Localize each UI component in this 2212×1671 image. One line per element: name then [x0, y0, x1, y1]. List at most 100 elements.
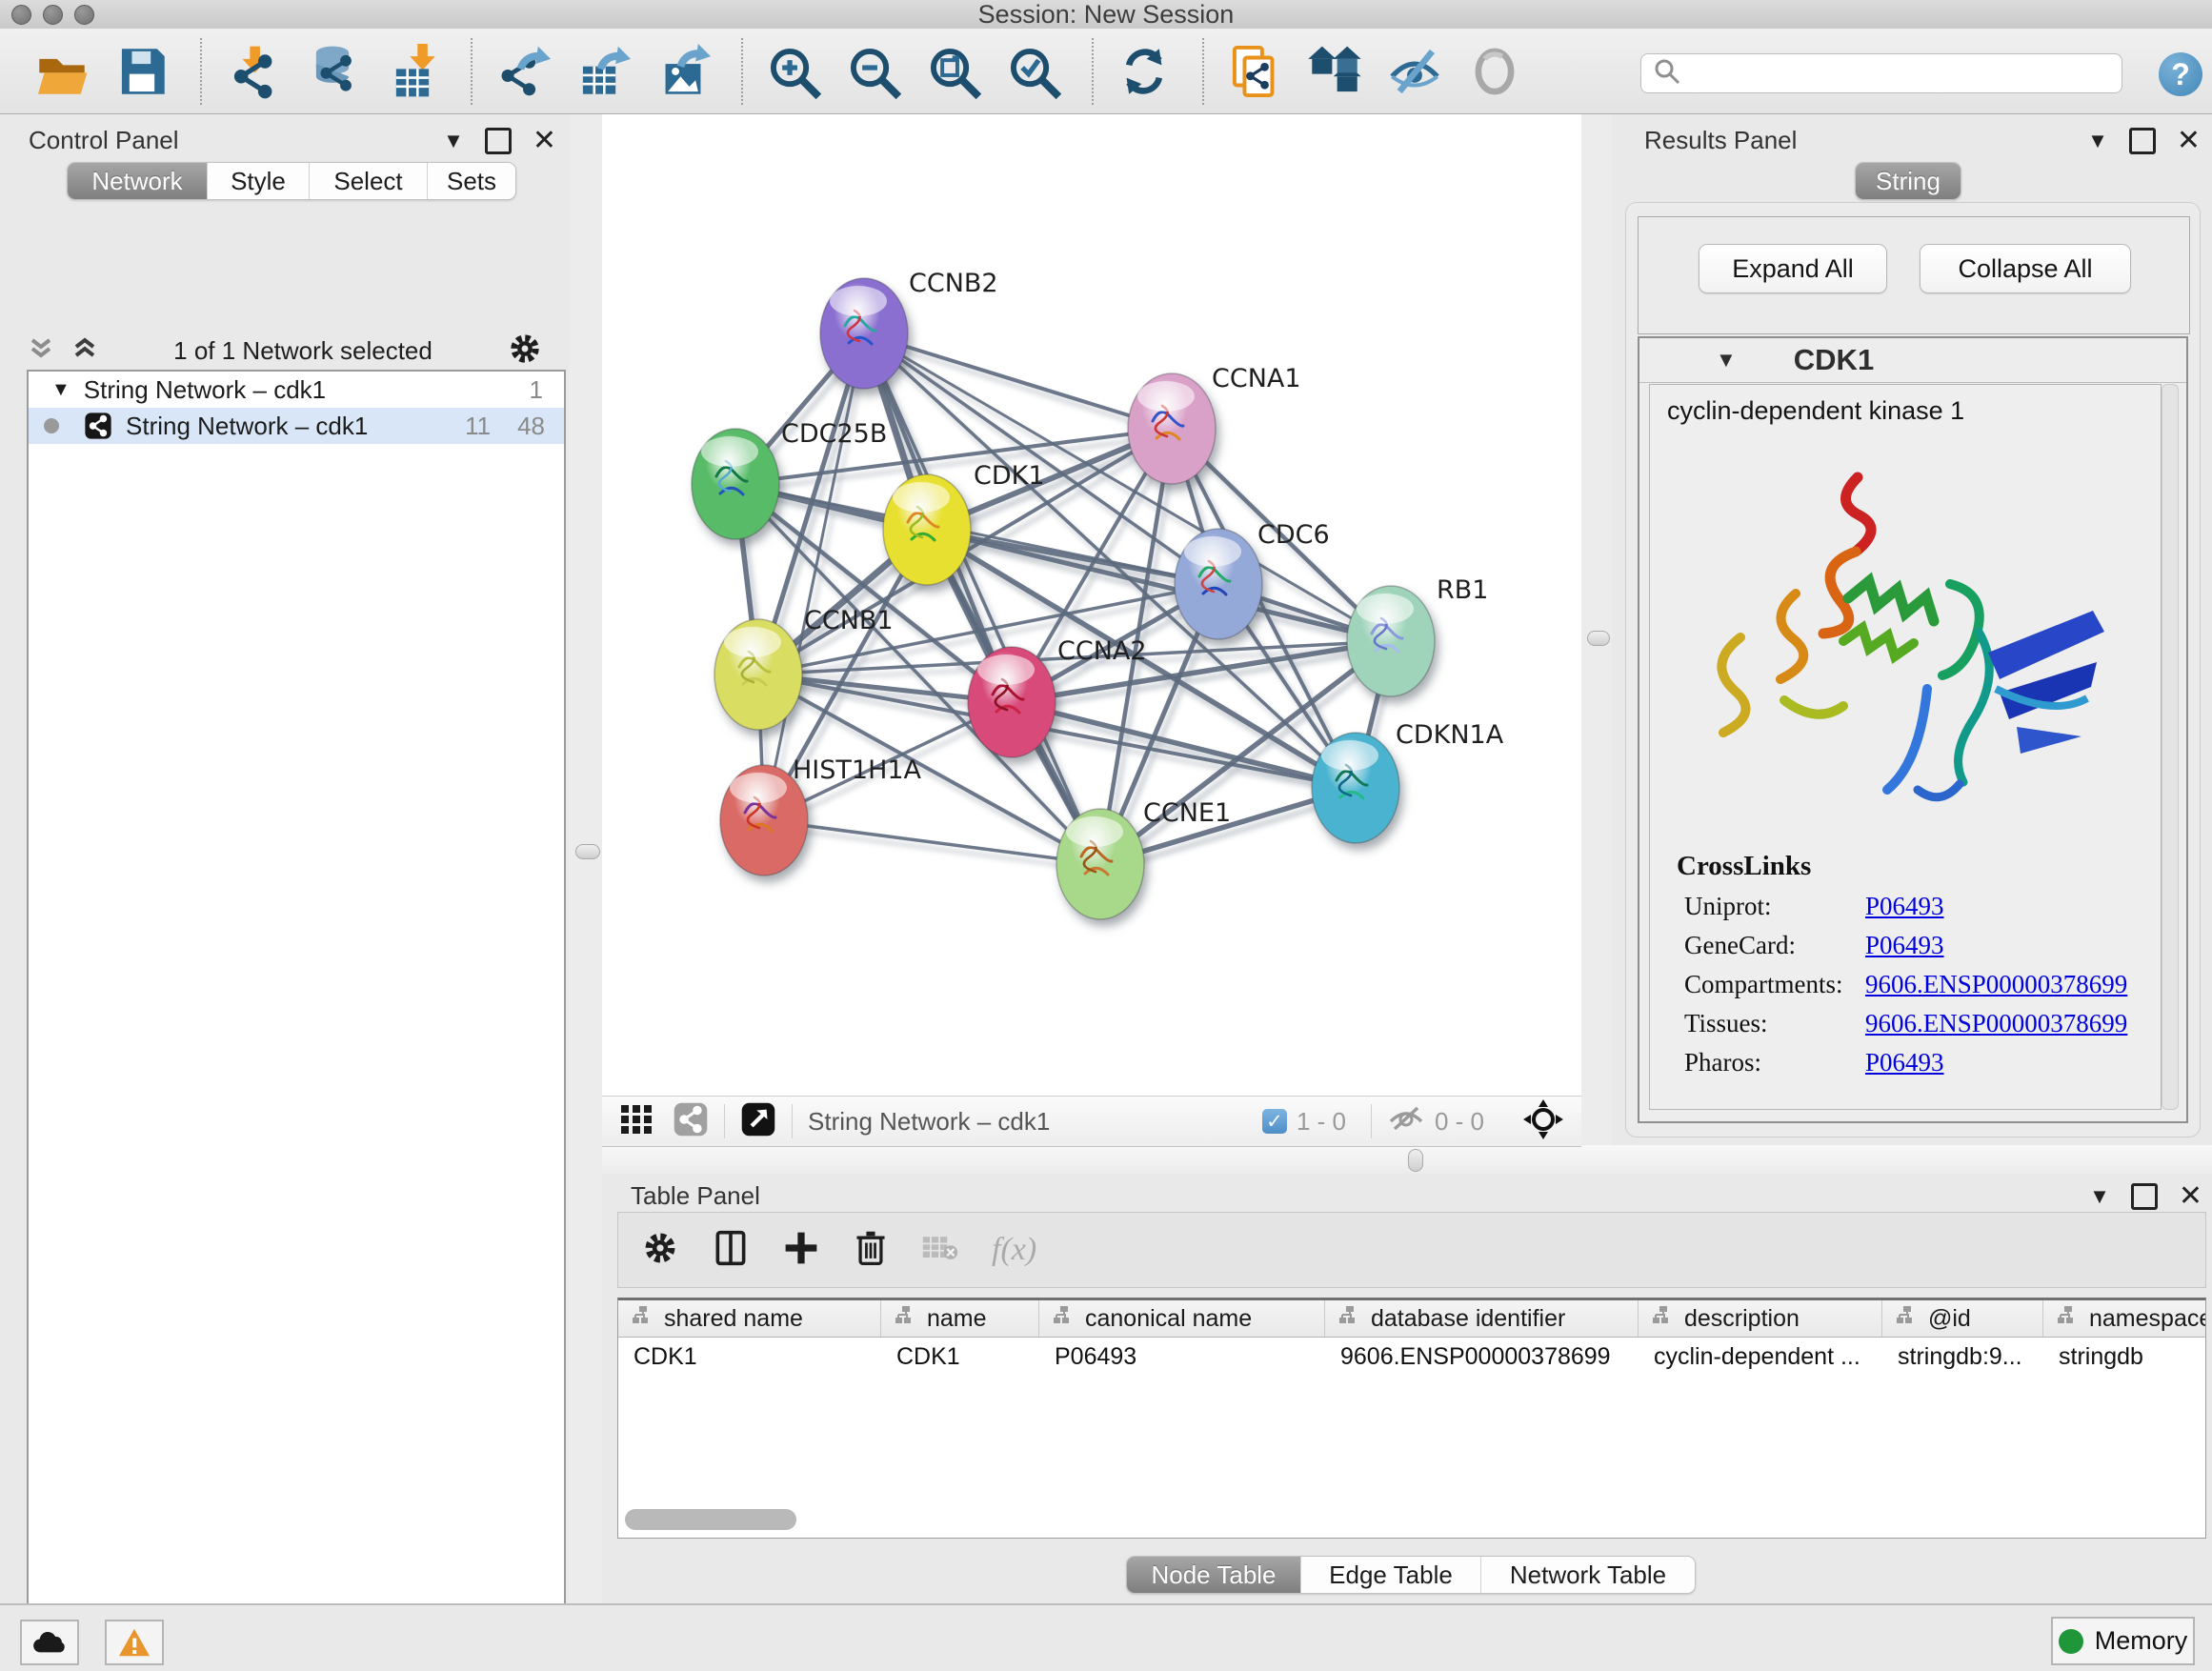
network-options-gear-icon[interactable]	[507, 331, 543, 372]
table-cell[interactable]: stringdb	[2043, 1338, 2206, 1376]
entry-collapse-icon[interactable]: ▼	[1716, 348, 1737, 372]
panel-close-icon[interactable]: ✕	[2179, 1186, 2202, 1207]
zoom-selected-icon[interactable]	[1004, 42, 1063, 101]
panel-close-icon[interactable]: ✕	[533, 131, 556, 151]
import-table-icon[interactable]	[383, 42, 442, 101]
column-header-database-identifier[interactable]: database identifier	[1325, 1300, 1639, 1337]
horizontal-splitter-knob[interactable]	[1408, 1149, 1423, 1172]
panel-float-icon[interactable]	[2129, 128, 2156, 154]
export-network-icon[interactable]	[493, 42, 553, 101]
open-session-icon[interactable]	[32, 42, 91, 101]
hidden-items-eye-icon[interactable]	[1387, 1104, 1425, 1139]
crosslink-link[interactable]: P06493	[1865, 1048, 1944, 1077]
table-cell[interactable]: P06493	[1039, 1338, 1325, 1376]
selected-items-checkbox[interactable]: ✓	[1262, 1109, 1287, 1134]
delete-column-icon[interactable]	[853, 1229, 889, 1272]
network-graph[interactable]: CCNB2CCNA1CDC25BCDK1CDC6RB1CCNB1CCNA2CDK…	[602, 114, 1581, 1096]
column-header-name[interactable]: name	[881, 1300, 1039, 1337]
zoom-in-icon[interactable]	[764, 42, 823, 101]
column-header-canonical-name[interactable]: canonical name	[1039, 1300, 1325, 1337]
search-field[interactable]	[1640, 53, 2122, 93]
crosslink-link[interactable]: 9606.ENSP00000378699	[1865, 1009, 2127, 1038]
edge-CCNA2-CDKN1A[interactable]	[1012, 702, 1356, 788]
table-cell[interactable]: stringdb:9...	[1882, 1338, 2043, 1376]
expand-all-button[interactable]: Expand All	[1699, 244, 1887, 293]
table-cell[interactable]: CDK1	[881, 1338, 1039, 1376]
memory-button[interactable]: Memory	[2051, 1617, 2195, 1665]
zoom-out-icon[interactable]	[844, 42, 903, 101]
node-CDC25B[interactable]	[692, 429, 779, 539]
edge-CCNB2-HIST1H1A[interactable]	[764, 333, 864, 820]
hide-panel-icon[interactable]	[1385, 42, 1444, 101]
node-CCNB2[interactable]	[820, 278, 908, 389]
column-header-shared-name[interactable]: shared name	[618, 1300, 881, 1337]
panel-menu-icon[interactable]: ▼	[2087, 129, 2108, 153]
refresh-icon[interactable]	[1115, 42, 1174, 101]
table-gear-icon[interactable]	[641, 1229, 679, 1272]
save-session-icon[interactable]	[112, 42, 171, 101]
edge-CCNB2-CCNA1[interactable]	[864, 333, 1172, 429]
node-CDC6[interactable]	[1175, 529, 1262, 639]
node-CDK1[interactable]	[883, 474, 971, 585]
export-table-icon[interactable]	[573, 42, 633, 101]
cloud-status-button[interactable]	[20, 1620, 79, 1665]
import-database-icon[interactable]	[303, 42, 362, 101]
table-cell[interactable]: 9606.ENSP00000378699	[1325, 1338, 1639, 1376]
birdseye-view-icon[interactable]	[740, 1101, 776, 1142]
import-network-icon[interactable]	[223, 42, 282, 101]
fit-content-crosshair-icon[interactable]	[1522, 1098, 1564, 1145]
network-row[interactable]: String Network – cdk1 11 48	[29, 408, 564, 444]
node-CCNB1[interactable]	[714, 619, 802, 730]
table-row[interactable]: CDK1CDK1P064939606.ENSP00000378699cyclin…	[618, 1338, 2205, 1376]
expand-all-networks-icon[interactable]	[70, 334, 99, 368]
clone-network-icon[interactable]	[1225, 42, 1284, 101]
network-icon-gray[interactable]	[673, 1101, 709, 1142]
panel-float-icon[interactable]	[485, 128, 512, 154]
export-image-icon[interactable]	[654, 42, 713, 101]
warning-status-button[interactable]	[105, 1620, 164, 1665]
home-icon[interactable]	[1305, 42, 1364, 101]
show-panel-icon[interactable]	[1465, 42, 1524, 101]
column-header-namespace[interactable]: namespace	[2043, 1300, 2206, 1337]
tab-style[interactable]: Style	[207, 163, 309, 199]
tab-sets[interactable]: Sets	[427, 163, 515, 199]
grid-view-icon[interactable]	[619, 1103, 657, 1140]
table-cell[interactable]: cyclin-dependent ...	[1639, 1338, 1882, 1376]
network-canvas[interactable]: CCNB2CCNA1CDC25BCDK1CDC6RB1CCNB1CCNA2CDK…	[602, 114, 1581, 1096]
results-scrollbar[interactable]	[2162, 384, 2179, 1110]
column-header--id[interactable]: @id	[1882, 1300, 2043, 1337]
collapse-all-networks-icon[interactable]	[27, 334, 55, 368]
search-input[interactable]	[1681, 59, 2095, 88]
select-columns-icon[interactable]	[712, 1229, 750, 1272]
tab-edge-table[interactable]: Edge Table	[1300, 1557, 1480, 1593]
collapse-all-button[interactable]: Collapse All	[1920, 244, 2131, 293]
panel-float-icon[interactable]	[2131, 1183, 2158, 1210]
right-splitter-knob[interactable]	[1587, 631, 1610, 646]
node-CDKN1A[interactable]	[1312, 733, 1399, 843]
node-CCNE1[interactable]	[1056, 809, 1144, 919]
panel-menu-icon[interactable]: ▼	[443, 129, 464, 153]
crosslink-link[interactable]: P06493	[1865, 931, 1944, 960]
crosslink-link[interactable]: P06493	[1865, 892, 1944, 921]
left-splitter-knob[interactable]	[575, 844, 600, 859]
column-header-description[interactable]: description	[1639, 1300, 1882, 1337]
table-horizontal-scrollbar[interactable]	[625, 1509, 796, 1530]
network-collection-row[interactable]: ▼ String Network – cdk1 1	[29, 372, 564, 408]
tab-network-table[interactable]: Network Table	[1480, 1557, 1695, 1593]
right-splitter[interactable]	[1581, 114, 1612, 1145]
panel-close-icon[interactable]: ✕	[2177, 131, 2201, 151]
node-RB1[interactable]	[1347, 586, 1435, 696]
tree-expand-icon[interactable]: ▼	[51, 379, 70, 401]
add-column-icon[interactable]	[782, 1229, 820, 1272]
tab-node-table[interactable]: Node Table	[1127, 1557, 1300, 1593]
tab-network[interactable]: Network	[68, 163, 207, 199]
table-cell[interactable]: CDK1	[618, 1338, 881, 1376]
help-button[interactable]: ?	[2159, 52, 2202, 96]
tab-string[interactable]: String	[1856, 163, 1961, 199]
zoom-fit-icon[interactable]	[924, 42, 983, 101]
node-CCNA1[interactable]	[1128, 373, 1216, 484]
node-CCNA2[interactable]	[968, 647, 1056, 757]
tab-select[interactable]: Select	[309, 163, 427, 199]
edge-CCNE1-HIST1H1A[interactable]	[764, 820, 1100, 864]
horizontal-splitter[interactable]	[602, 1145, 2212, 1174]
